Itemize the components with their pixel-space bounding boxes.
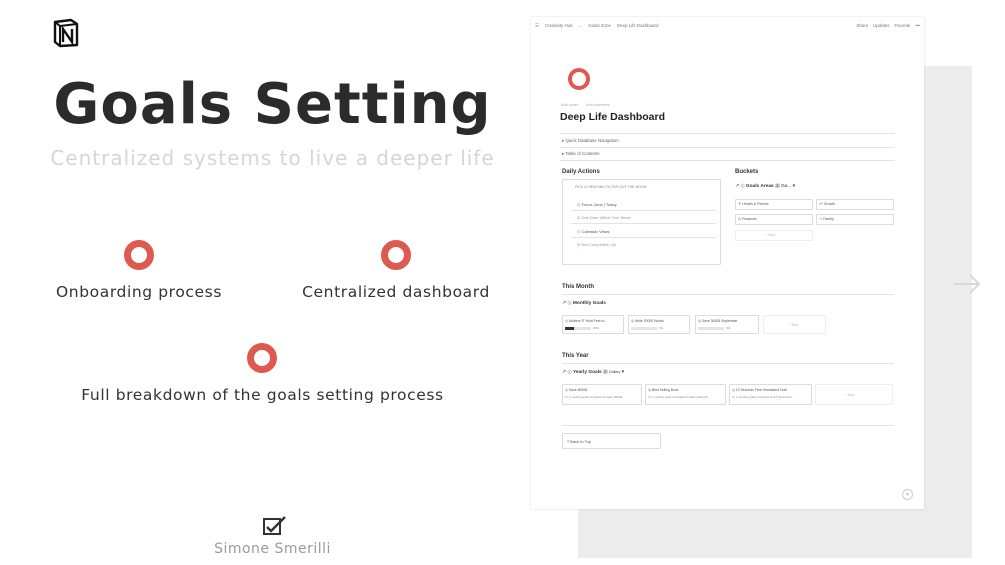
progress-bar — [698, 327, 724, 330]
view-link[interactable]: ◎ Calendar Views — [577, 229, 610, 234]
add-cover-button[interactable]: Add cover — [561, 103, 578, 107]
share-button[interactable]: Share — [856, 23, 868, 28]
bullet-ring-icon — [247, 343, 277, 373]
page-icon[interactable] — [568, 68, 590, 90]
monthly-goal-card[interactable] — [562, 315, 624, 334]
page-subtitle: Centralized systems to live a deeper lif… — [50, 146, 495, 170]
this-month-heading: This Month — [562, 284, 594, 290]
bullet-ring-icon — [381, 240, 411, 270]
menu-icon[interactable]: ☰ — [535, 23, 539, 29]
daily-actions-panel — [562, 179, 721, 265]
favorite-button[interactable]: Favorite — [895, 23, 911, 28]
updates-button[interactable]: Updates — [873, 23, 889, 28]
monthly-goal-card[interactable] — [628, 315, 690, 334]
more-button[interactable]: ••• — [915, 23, 920, 28]
feature-label: Full breakdown of the goals setting proc… — [81, 386, 444, 404]
buckets-heading: Buckets — [735, 169, 759, 175]
this-year-heading: This Year — [562, 353, 589, 359]
arrow-right-icon[interactable] — [952, 272, 982, 296]
feature-label: Onboarding process — [55, 283, 223, 301]
breadcrumb-item[interactable]: ... — [579, 23, 583, 28]
page-meta: Add cover Add comment — [561, 103, 610, 107]
author-name: Simone Smerilli — [214, 541, 331, 557]
view-link[interactable]: ◎ Due Date Within One Week — [577, 215, 631, 220]
breadcrumb-item[interactable]: Deep Life Dashboard — [617, 23, 659, 28]
yearly-goals-db-title[interactable]: ↗ ◎ Yearly Goals ▦ Gallery ▾ — [562, 370, 624, 375]
bucket-card-label: ⚘ Health & Fitness — [738, 202, 769, 206]
add-comment-button[interactable]: Add comment — [586, 103, 609, 107]
monthly-goals-db-title[interactable]: ↗ ◎ Monthly Goals — [562, 301, 606, 306]
bucket-card-label: ◷ Finances — [738, 217, 757, 221]
progress-bar — [565, 327, 591, 330]
notion-screenshot: ☰ Creativity Hub ... Goals Zone Deep Lif… — [531, 17, 924, 509]
daily-actions-heading: Daily Actions — [562, 169, 600, 175]
signature-check-icon — [263, 516, 286, 535]
notion-topbar: ☰ Creativity Hub ... Goals Zone Deep Lif… — [531, 17, 924, 34]
breadcrumb-item[interactable]: Creativity Hub — [545, 23, 573, 28]
bullet-ring-icon — [124, 240, 154, 270]
notion-page-title[interactable]: Deep Life Dashboard — [560, 111, 665, 123]
monthly-goal-card[interactable] — [695, 315, 759, 334]
feature-label: Centralized dashboard — [302, 283, 490, 301]
breadcrumb-item[interactable]: Goals Zone — [588, 23, 611, 28]
bucket-card-label: ☍ Growth — [819, 202, 836, 206]
notion-logo-icon — [53, 18, 79, 48]
view-link[interactable]: ◎ Not Completed | All — [577, 242, 616, 247]
daily-actions-hint: PICK A VIEW AND FILTER OUT THE NOISE — [575, 185, 647, 189]
view-link[interactable]: ◎ Focus Zone | Today — [577, 202, 617, 207]
progress-bar — [631, 327, 657, 330]
toggle-toc[interactable]: ▸ Table of Contents — [562, 151, 600, 157]
page-title: Goals Setting — [53, 72, 492, 137]
bucket-card-label: ⚇ Family — [819, 217, 834, 221]
toggle-quick-nav[interactable]: ▸ Quick Database Navigation — [562, 138, 619, 144]
goals-areas-db-title[interactable]: ↗ ◎ Goals Areas ▦ Ga... ▾ — [735, 184, 795, 189]
